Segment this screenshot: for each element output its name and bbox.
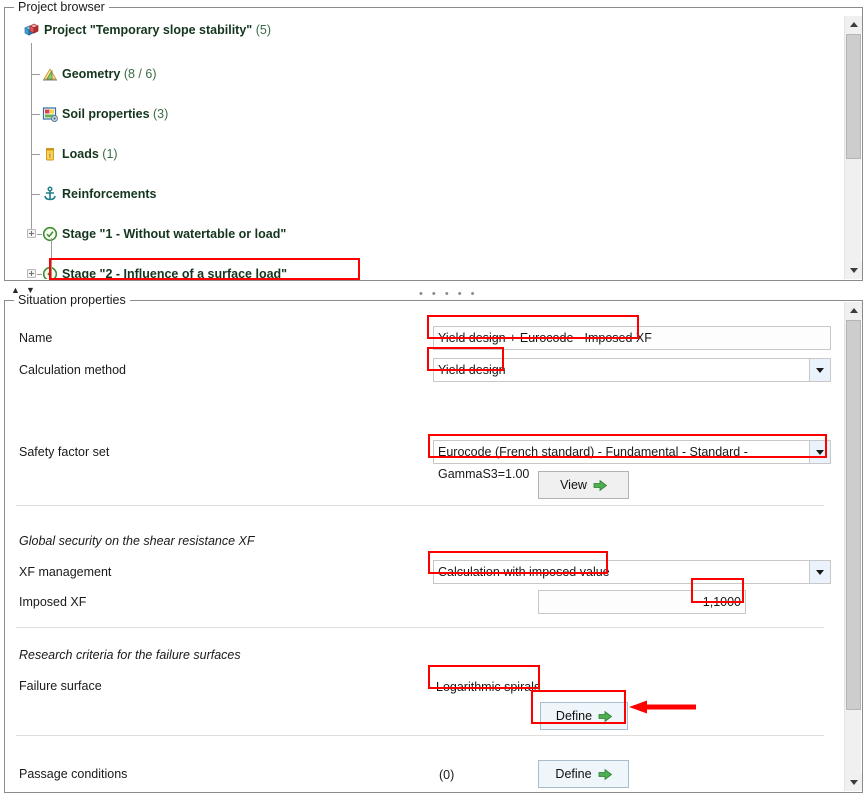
tree-label-project-root: Project "Temporary slope stability": [44, 23, 253, 37]
situation-properties-title: Situation properties: [14, 293, 130, 307]
row-safety-factor-set: Safety factor set Eurocode (French stand…: [6, 439, 842, 481]
failure-surface-define-label: Define: [555, 709, 593, 723]
tree-row-geometry[interactable]: Geometry (8 / 6): [6, 64, 843, 84]
scrollbar-thumb[interactable]: [846, 320, 861, 710]
passage-conditions-define-label: Define: [555, 767, 592, 781]
expander-stage-2[interactable]: [27, 269, 36, 278]
tree-label-stage-2: Stage "2 - Influence of a surface load": [62, 267, 288, 279]
passage-conditions-define-button[interactable]: Define: [538, 760, 629, 788]
chevron-up-icon: [849, 308, 858, 313]
chevron-up-icon: [849, 22, 858, 27]
scroll-down-button[interactable]: [845, 262, 862, 279]
green-arrow-right-icon: [598, 710, 613, 723]
view-button-label: View: [560, 478, 587, 492]
label-name: Name: [19, 331, 53, 345]
divider-2: [16, 627, 824, 628]
project-browser-title: Project browser: [14, 0, 109, 14]
project-browser-panel: Project browser Project "Temporary slope…: [4, 0, 863, 281]
project-browser-scrollbar[interactable]: [844, 16, 862, 279]
splitter-grip[interactable]: • • • • •: [419, 288, 477, 300]
tree-label-stage-1: Stage "1 - Without watertable or load": [62, 227, 287, 241]
tree-count-project-root: (5): [255, 23, 271, 37]
section-global-security-label: Global security on the shear resistance …: [19, 534, 255, 548]
section-research-criteria-label: Research criteria for the failure surfac…: [19, 648, 241, 662]
situation-properties-scrollbar[interactable]: [844, 302, 862, 791]
failure-surface-value: Logarithmic spirals: [436, 680, 541, 694]
tree-count-soil-properties: (3): [153, 107, 169, 121]
tree-label-loads: Loads: [62, 147, 99, 161]
tree-row-stage-1[interactable]: Stage "1 - Without watertable or load": [6, 224, 843, 244]
svg-text:i: i: [49, 152, 51, 160]
label-safety-factor-set: Safety factor set: [19, 445, 110, 459]
scroll-up-button[interactable]: [845, 302, 862, 319]
loads-icon: i: [42, 146, 58, 162]
view-button[interactable]: View: [538, 471, 629, 499]
xf-management-combo[interactable]: Calculation with imposed value: [433, 560, 831, 584]
tree-label-geometry: Geometry: [62, 67, 121, 81]
row-name: Name: [6, 325, 842, 351]
chevron-down-icon: [816, 449, 824, 455]
divider-1: [16, 505, 824, 506]
passage-conditions-count: (0): [439, 768, 455, 782]
calculation-method-dropdown-button[interactable]: [809, 358, 831, 382]
anchor-icon: [42, 186, 58, 202]
annotation-arrow-pointing-to-define: [628, 699, 698, 715]
scrollbar-thumb[interactable]: [846, 34, 861, 159]
panel-splitter[interactable]: ▲ ▼ • • • • •: [4, 283, 863, 301]
imposed-xf-input[interactable]: [538, 590, 746, 614]
stage-clock-icon: [42, 266, 58, 279]
situation-properties-viewport: Name Calculation method Yield design Saf…: [6, 309, 842, 791]
tree-row-stage-2[interactable]: Stage "2 - Influence of a surface load": [6, 264, 843, 279]
project-cubes-icon: [23, 22, 39, 38]
safety-factor-set-dropdown-button[interactable]: [809, 440, 831, 464]
project-browser-tree-viewport[interactable]: Project "Temporary slope stability" (5): [6, 15, 843, 279]
tree-subtrunk-line: [51, 238, 52, 279]
chevron-down-icon: [816, 569, 824, 575]
situation-properties-panel: Situation properties Name Calculation me…: [4, 293, 863, 793]
label-passage-conditions: Passage conditions: [19, 767, 128, 781]
tree-row-soil-properties[interactable]: Soil properties (3): [6, 104, 843, 124]
green-arrow-right-icon: [598, 768, 612, 781]
label-calculation-method: Calculation method: [19, 363, 127, 377]
row-xf-management: XF management Calculation with imposed v…: [6, 559, 842, 585]
expander-stage-1[interactable]: [27, 229, 36, 238]
application-window: Project browser Project "Temporary slope…: [0, 0, 867, 797]
scroll-down-button[interactable]: [845, 774, 862, 791]
chevron-down-icon: [816, 367, 824, 373]
tree-count-geometry: (8 / 6): [123, 67, 157, 81]
project-tree: Project "Temporary slope stability" (5): [6, 15, 843, 279]
row-failure-surface: Failure surface Logarithmic spirals: [6, 673, 842, 699]
chevron-down-icon: [849, 780, 858, 785]
stage-check-icon: [42, 226, 58, 242]
chevron-down-icon: [849, 268, 858, 273]
xf-management-dropdown-button[interactable]: [809, 560, 831, 584]
row-calculation-method: Calculation method Yield design: [6, 357, 842, 383]
calculation-method-value: Yield design: [438, 363, 506, 377]
tree-label-reinforcements: Reinforcements: [62, 187, 157, 201]
safety-factor-set-combo[interactable]: Eurocode (French standard) - Fundamental…: [433, 440, 831, 481]
row-imposed-xf: Imposed XF: [6, 589, 842, 615]
row-passage-conditions: Passage conditions (0): [6, 761, 842, 787]
tree-row-project-root[interactable]: Project "Temporary slope stability" (5): [6, 19, 843, 41]
calculation-method-combo[interactable]: Yield design: [433, 358, 831, 382]
label-xf-management: XF management: [19, 565, 112, 579]
scroll-up-button[interactable]: [845, 16, 862, 33]
green-arrow-right-icon: [593, 479, 608, 492]
soil-properties-icon: [42, 106, 58, 122]
xf-management-value: Calculation with imposed value: [438, 565, 610, 579]
tree-row-reinforcements[interactable]: Reinforcements: [6, 184, 843, 204]
tree-count-loads: (1): [102, 147, 118, 161]
label-failure-surface: Failure surface: [19, 679, 102, 693]
divider-3: [16, 735, 824, 736]
label-imposed-xf: Imposed XF: [19, 595, 87, 609]
name-input[interactable]: [433, 326, 831, 350]
failure-surface-define-button[interactable]: Define: [540, 702, 628, 730]
geometry-icon: [42, 66, 58, 82]
tree-row-loads[interactable]: i Loads (1): [6, 144, 843, 164]
tree-label-soil-properties: Soil properties: [62, 107, 150, 121]
